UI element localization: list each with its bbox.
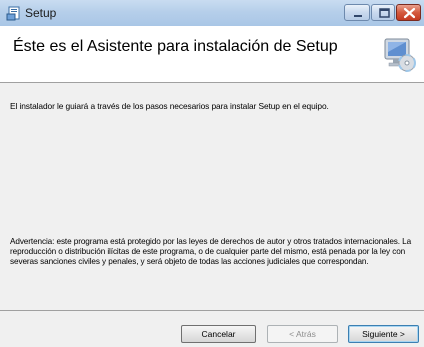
setup-app-icon (6, 6, 20, 21)
maximize-button[interactable] (371, 4, 395, 21)
wizard-content: El instalador le guiará a través de los … (0, 83, 424, 311)
setup-window: Setup Éste es el Asistente para instalac… (0, 0, 424, 347)
copyright-warning: Advertencia: este programa está protegid… (10, 237, 412, 266)
intro-text: El instalador le guiará a través de los … (10, 101, 329, 111)
computer-cd-icon (384, 38, 416, 72)
title-bar[interactable]: Setup (0, 0, 424, 26)
minimize-button[interactable] (344, 4, 370, 21)
window-title: Setup (25, 6, 57, 20)
close-button[interactable] (396, 4, 421, 21)
maximize-icon (379, 8, 390, 18)
next-button[interactable]: Siguiente > (348, 325, 419, 343)
wizard-header: Éste es el Asistente para instalación de… (0, 26, 424, 83)
back-button[interactable]: < Atrás (267, 325, 338, 343)
page-title: Éste es el Asistente para instalación de… (13, 38, 338, 55)
cancel-button[interactable]: Cancelar (181, 325, 256, 343)
close-icon (403, 7, 416, 19)
minimize-icon (354, 15, 362, 17)
